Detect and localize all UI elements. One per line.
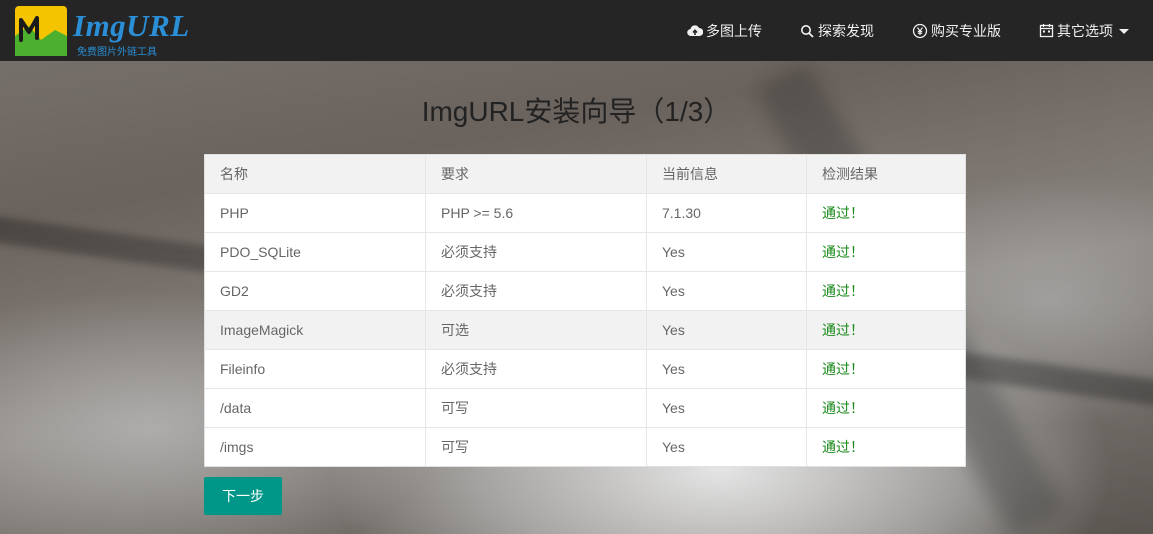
search-icon — [801, 24, 814, 38]
table-cell: 7.1.30 — [646, 193, 807, 233]
table-cell: Yes — [646, 232, 807, 272]
table-cell: PDO_SQLite — [205, 232, 426, 272]
status-cell: 通过！ — [822, 439, 864, 455]
table-cell: ImageMagick — [205, 310, 426, 350]
top-navbar: ImgURL 免费图片外链工具 多图上传 探索发现 购买专业版 其它选项 — [0, 0, 1153, 61]
table-row: /data 可写 Yes 通过！ — [205, 388, 965, 428]
status-cell: 通过！ — [806, 349, 965, 389]
nav-item-multi-upload[interactable]: 多图上传 — [687, 21, 762, 41]
table-row: GD2 必须支持 Yes 通过！ — [205, 271, 965, 311]
status-cell: 通过！ — [806, 193, 965, 233]
table-row: PHP PHP >= 5.6 7.1.30 通过！ — [205, 193, 965, 233]
table-cell: /imgs — [205, 427, 426, 466]
table-cell: 可写 — [425, 427, 647, 466]
page-title: ImgURL安装向导（1/3） — [421, 96, 732, 127]
table-cell: 必须支持 — [425, 232, 647, 272]
logo-icon — [15, 6, 67, 56]
table-cell: Fileinfo — [205, 349, 426, 389]
column-header: 检测结果 — [806, 155, 965, 194]
requirements-table: 名称 要求 当前信息 检测结果 PHP PHP >= 5.6 7.1.30 通过… — [204, 154, 966, 467]
table-cell: 可选 — [425, 310, 647, 350]
nav-menu: 多图上传 探索发现 购买专业版 其它选项 — [649, 0, 1131, 61]
status-cell: 通过！ — [806, 271, 965, 311]
table-cell: 必须支持 — [425, 349, 647, 389]
logo-title: ImgURL — [73, 8, 190, 43]
nav-item-explore[interactable]: 探索发现 — [800, 21, 874, 41]
table-cell: Yes — [646, 310, 807, 350]
nav-item-label: 多图上传 — [706, 22, 762, 39]
table-cell: Yes — [646, 349, 807, 389]
nav-item-label: 其它选项 — [1057, 22, 1113, 39]
nav-item-label: 探索发现 — [818, 22, 874, 39]
table-cell: PHP — [205, 193, 426, 233]
nav-item-other-options[interactable]: 其它选项 — [1039, 21, 1131, 41]
table-cell: PHP >= 5.6 — [425, 193, 647, 233]
table-cell: Yes — [646, 388, 807, 428]
table-header-row: 名称 要求 当前信息 检测结果 — [205, 155, 965, 194]
table-cell: Yes — [646, 427, 807, 466]
logo[interactable]: ImgURL 免费图片外链工具 — [15, 6, 190, 58]
table-cell: 可写 — [425, 388, 647, 428]
status-cell: 通过！ — [806, 310, 965, 350]
column-header: 名称 — [205, 155, 426, 194]
table-row: Fileinfo 必须支持 Yes 通过！ — [205, 349, 965, 389]
caret-down-icon — [1119, 28, 1129, 34]
next-step-button[interactable]: 下一步 — [204, 477, 282, 515]
column-header: 要求 — [425, 155, 647, 194]
column-header: 当前信息 — [646, 155, 807, 194]
status-cell: 通过！ — [806, 232, 965, 272]
table-row: PDO_SQLite 必须支持 Yes 通过！ — [205, 232, 965, 272]
table-row: /imgs 可写 Yes 通过！ — [205, 427, 965, 466]
nav-item-label: 购买专业版 — [931, 22, 1001, 39]
table-row: ImageMagick 可选 Yes 通过！ — [205, 310, 965, 350]
table-cell: 必须支持 — [425, 271, 647, 311]
logo-subtitle: 免费图片外链工具 — [77, 47, 157, 58]
nav-item-buy-pro[interactable]: 购买专业版 — [912, 21, 1001, 41]
calendar-icon — [1039, 24, 1054, 38]
table-cell: Yes — [646, 271, 807, 311]
cloud-upload-icon — [687, 24, 703, 36]
yen-icon — [912, 23, 928, 38]
status-cell: 通过！ — [806, 388, 965, 428]
table-cell: GD2 — [205, 271, 426, 311]
table-cell: /data — [205, 388, 426, 428]
